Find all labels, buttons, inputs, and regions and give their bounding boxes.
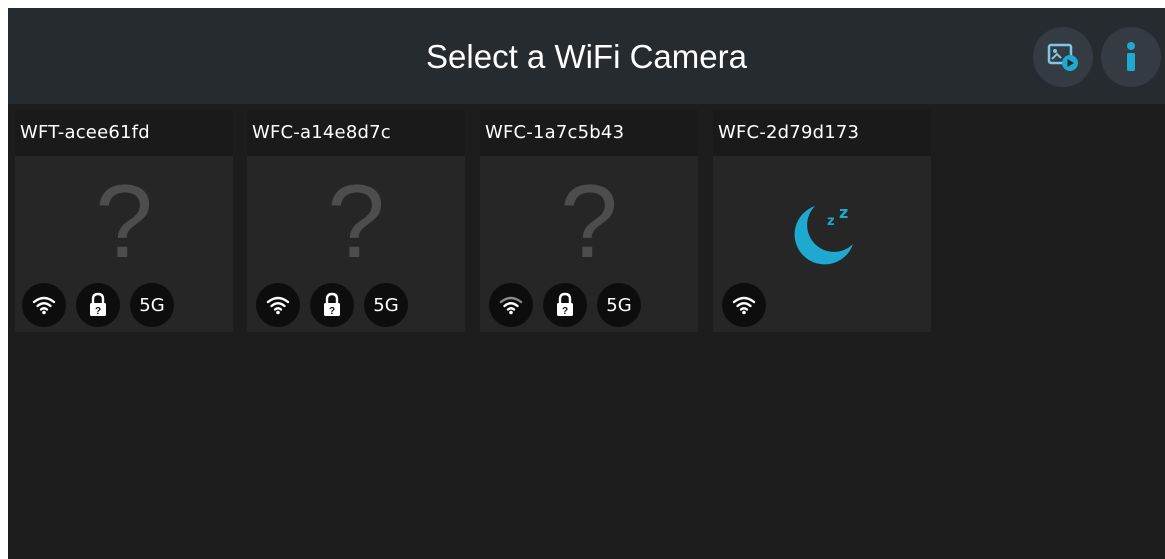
unknown-preview-icon: ? xyxy=(327,164,385,280)
gallery-play-icon xyxy=(1047,43,1078,71)
camera-card[interactable]: WFT-acee61fd ? ? 5G xyxy=(15,110,233,332)
security-badge: ? xyxy=(543,283,587,327)
page-title: Select a WiFi Camera xyxy=(426,38,747,75)
svg-text:?: ? xyxy=(329,306,335,317)
wifi-icon xyxy=(32,296,56,315)
camera-name: WFC-1a7c5b43 xyxy=(480,110,698,156)
band-5g-badge: 5G xyxy=(597,283,641,327)
lock-icon: ? xyxy=(324,292,340,317)
app-window: Select a WiFi Camera WFT-acee61fd ? ? 5G… xyxy=(8,8,1165,559)
security-badge: ? xyxy=(310,283,354,327)
camera-name: WFT-acee61fd xyxy=(15,110,233,156)
lock-icon: ? xyxy=(90,292,106,317)
gallery-button[interactable] xyxy=(1033,27,1093,87)
unknown-preview-icon: ? xyxy=(95,164,153,280)
unknown-preview-icon: ? xyxy=(560,164,618,280)
header-bar: Select a WiFi Camera xyxy=(8,8,1165,104)
svg-text:z: z xyxy=(827,214,835,229)
wifi-status-badge xyxy=(489,283,533,327)
svg-text:z: z xyxy=(839,203,848,222)
wifi-status-badge xyxy=(722,283,766,327)
wifi-status-badge xyxy=(256,283,300,327)
wifi-icon xyxy=(266,296,290,315)
camera-card[interactable]: WFC-2d79d173 z z xyxy=(713,110,931,332)
wifi-status-badge xyxy=(22,283,66,327)
info-icon xyxy=(1127,42,1135,71)
sleep-moon-icon: z z xyxy=(794,203,853,265)
svg-text:?: ? xyxy=(95,306,101,317)
wifi-icon xyxy=(499,296,523,315)
band-5g-badge: 5G xyxy=(130,283,174,327)
svg-text:?: ? xyxy=(562,306,568,317)
camera-name: WFC-a14e8d7c xyxy=(247,110,465,156)
camera-card[interactable]: WFC-1a7c5b43 ? ? 5G xyxy=(480,110,698,332)
camera-card[interactable]: WFC-a14e8d7c ? ? 5G xyxy=(247,110,465,332)
band-5g-badge: 5G xyxy=(364,283,408,327)
lock-icon: ? xyxy=(557,292,573,317)
security-badge: ? xyxy=(76,283,120,327)
wifi-icon xyxy=(732,296,756,315)
camera-name: WFC-2d79d173 xyxy=(713,110,931,156)
info-button[interactable] xyxy=(1101,27,1161,87)
